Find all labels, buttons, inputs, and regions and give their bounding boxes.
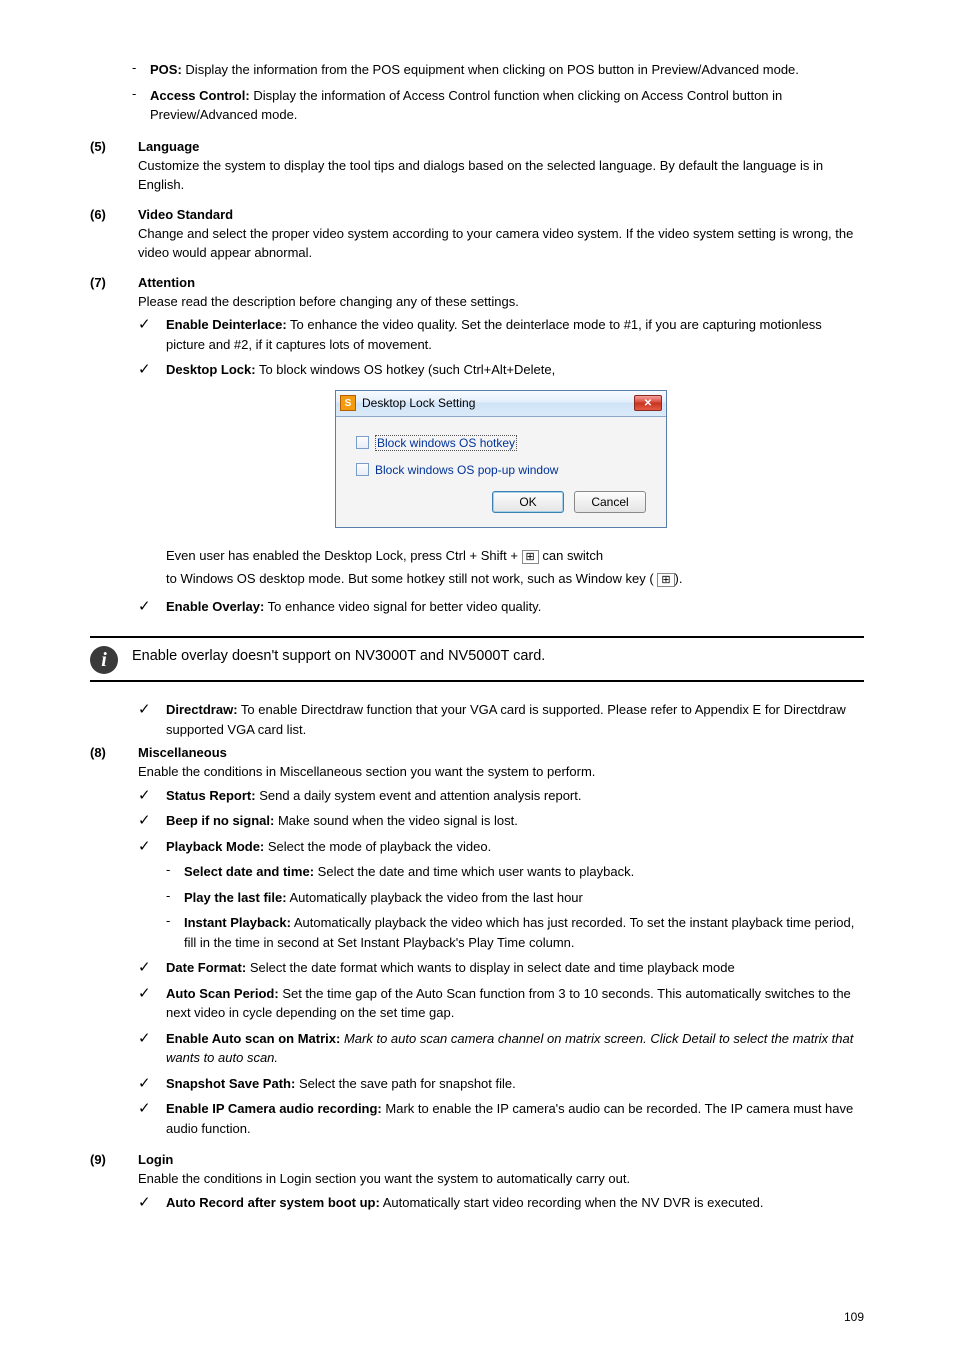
- dash-text-instant-playback: Instant Playback: Automatically playback…: [184, 913, 864, 952]
- check-text-status-report: Status Report: Send a daily system event…: [166, 786, 864, 806]
- item-title-language: Language: [138, 139, 864, 154]
- check-icon: ✓: [138, 1193, 166, 1213]
- check-text-auto-record: Auto Record after system boot up: Automa…: [166, 1193, 864, 1213]
- page-number: 109: [844, 1310, 864, 1324]
- check-text-auto-scan: Auto Scan Period: Set the time gap of th…: [166, 984, 864, 1023]
- check-icon: ✓: [138, 360, 166, 380]
- item-desc-login: Enable the conditions in Login section y…: [138, 1169, 864, 1189]
- checkbox-label-popup: Block windows OS pop-up window: [375, 463, 558, 477]
- checkbox-icon: [356, 436, 369, 449]
- item-num-8: (8): [90, 745, 138, 1144]
- dash-text-access: Access Control: Display the information …: [150, 86, 864, 125]
- check-text-date-format: Date Format: Select the date format whic…: [166, 958, 864, 978]
- info-icon: i: [90, 646, 118, 674]
- item-desc-attention: Please read the description before chang…: [138, 292, 864, 312]
- item-num-5: (5): [90, 139, 138, 199]
- dash-bullet: -: [166, 888, 184, 908]
- check-icon: ✓: [138, 1074, 166, 1094]
- info-text: Enable overlay doesn't support on NV3000…: [132, 644, 864, 668]
- check-text-overlay: Enable Overlay: To enhance video signal …: [166, 597, 864, 617]
- check-text-snapshot-path: Snapshot Save Path: Select the save path…: [166, 1074, 864, 1094]
- item-num-9: (9): [90, 1152, 138, 1218]
- check-text-beep: Beep if no signal: Make sound when the v…: [166, 811, 864, 831]
- dash-bullet: -: [166, 913, 184, 952]
- item-desc-video-std: Change and select the proper video syste…: [138, 224, 864, 263]
- hotkey-key-icon: ⊞: [522, 550, 539, 564]
- checkbox-label-hotkey: Block windows OS hotkey: [375, 435, 517, 451]
- desktop-lock-dialog: S Desktop Lock Setting ✕ Block windows O…: [335, 390, 667, 528]
- check-icon: ✓: [138, 1099, 166, 1138]
- ok-button[interactable]: OK: [492, 491, 564, 513]
- check-text-directdraw: Directdraw: To enable Directdraw functio…: [166, 700, 864, 739]
- check-text-ipcam-audio: Enable IP Camera audio recording: Mark t…: [166, 1099, 864, 1138]
- dialog-title: Desktop Lock Setting: [362, 396, 634, 410]
- dash-text-play-last: Play the last file: Automatically playba…: [184, 888, 864, 908]
- check-icon: ✓: [138, 786, 166, 806]
- item-title-login: Login: [138, 1152, 864, 1167]
- dash-bullet: -: [132, 60, 150, 80]
- desktop-lock-note2: to Windows OS desktop mode. But some hot…: [166, 569, 864, 589]
- checkbox-icon: [356, 463, 369, 476]
- check-icon: ✓: [138, 811, 166, 831]
- item-title-attention: Attention: [138, 275, 864, 290]
- check-icon: ✓: [138, 315, 166, 354]
- dash-bullet: -: [166, 862, 184, 882]
- item-title-video-std: Video Standard: [138, 207, 864, 222]
- item-num-6: (6): [90, 207, 138, 267]
- check-text-matrix-scan: Enable Auto scan on Matrix: Mark to auto…: [166, 1029, 864, 1068]
- item-desc-language: Customize the system to display the tool…: [138, 156, 864, 195]
- dialog-titlebar: S Desktop Lock Setting ✕: [336, 391, 666, 417]
- dash-bullet: -: [132, 86, 150, 125]
- check-text-playback-mode: Playback Mode: Select the mode of playba…: [166, 837, 864, 857]
- dash-text-pos: POS: Display the information from the PO…: [150, 60, 864, 80]
- cancel-button[interactable]: Cancel: [574, 491, 646, 513]
- checkbox-block-hotkey[interactable]: Block windows OS hotkey: [356, 435, 646, 451]
- close-icon[interactable]: ✕: [634, 395, 662, 411]
- dash-text-select-date: Select date and time: Select the date an…: [184, 862, 864, 882]
- check-text-desktop-lock: Desktop Lock: To block windows OS hotkey…: [166, 360, 864, 380]
- check-icon: ✓: [138, 700, 166, 739]
- check-icon: ✓: [138, 1029, 166, 1068]
- check-icon: ✓: [138, 597, 166, 617]
- dialog-app-icon: S: [340, 395, 356, 411]
- info-callout: i Enable overlay doesn't support on NV30…: [90, 636, 864, 682]
- check-icon: ✓: [138, 984, 166, 1023]
- item-num-7: (7): [90, 275, 138, 623]
- checkbox-block-popup[interactable]: Block windows OS pop-up window: [356, 463, 646, 477]
- item-desc-misc: Enable the conditions in Miscellaneous s…: [138, 762, 864, 782]
- check-icon: ✓: [138, 958, 166, 978]
- desktop-lock-note1: Even user has enabled the Desktop Lock, …: [166, 546, 864, 566]
- item-title-misc: Miscellaneous: [138, 745, 864, 760]
- check-text-deinterlace: Enable Deinterlace: To enhance the video…: [166, 315, 864, 354]
- check-icon: ✓: [138, 837, 166, 857]
- hotkey-key-icon: ⊞: [657, 573, 674, 587]
